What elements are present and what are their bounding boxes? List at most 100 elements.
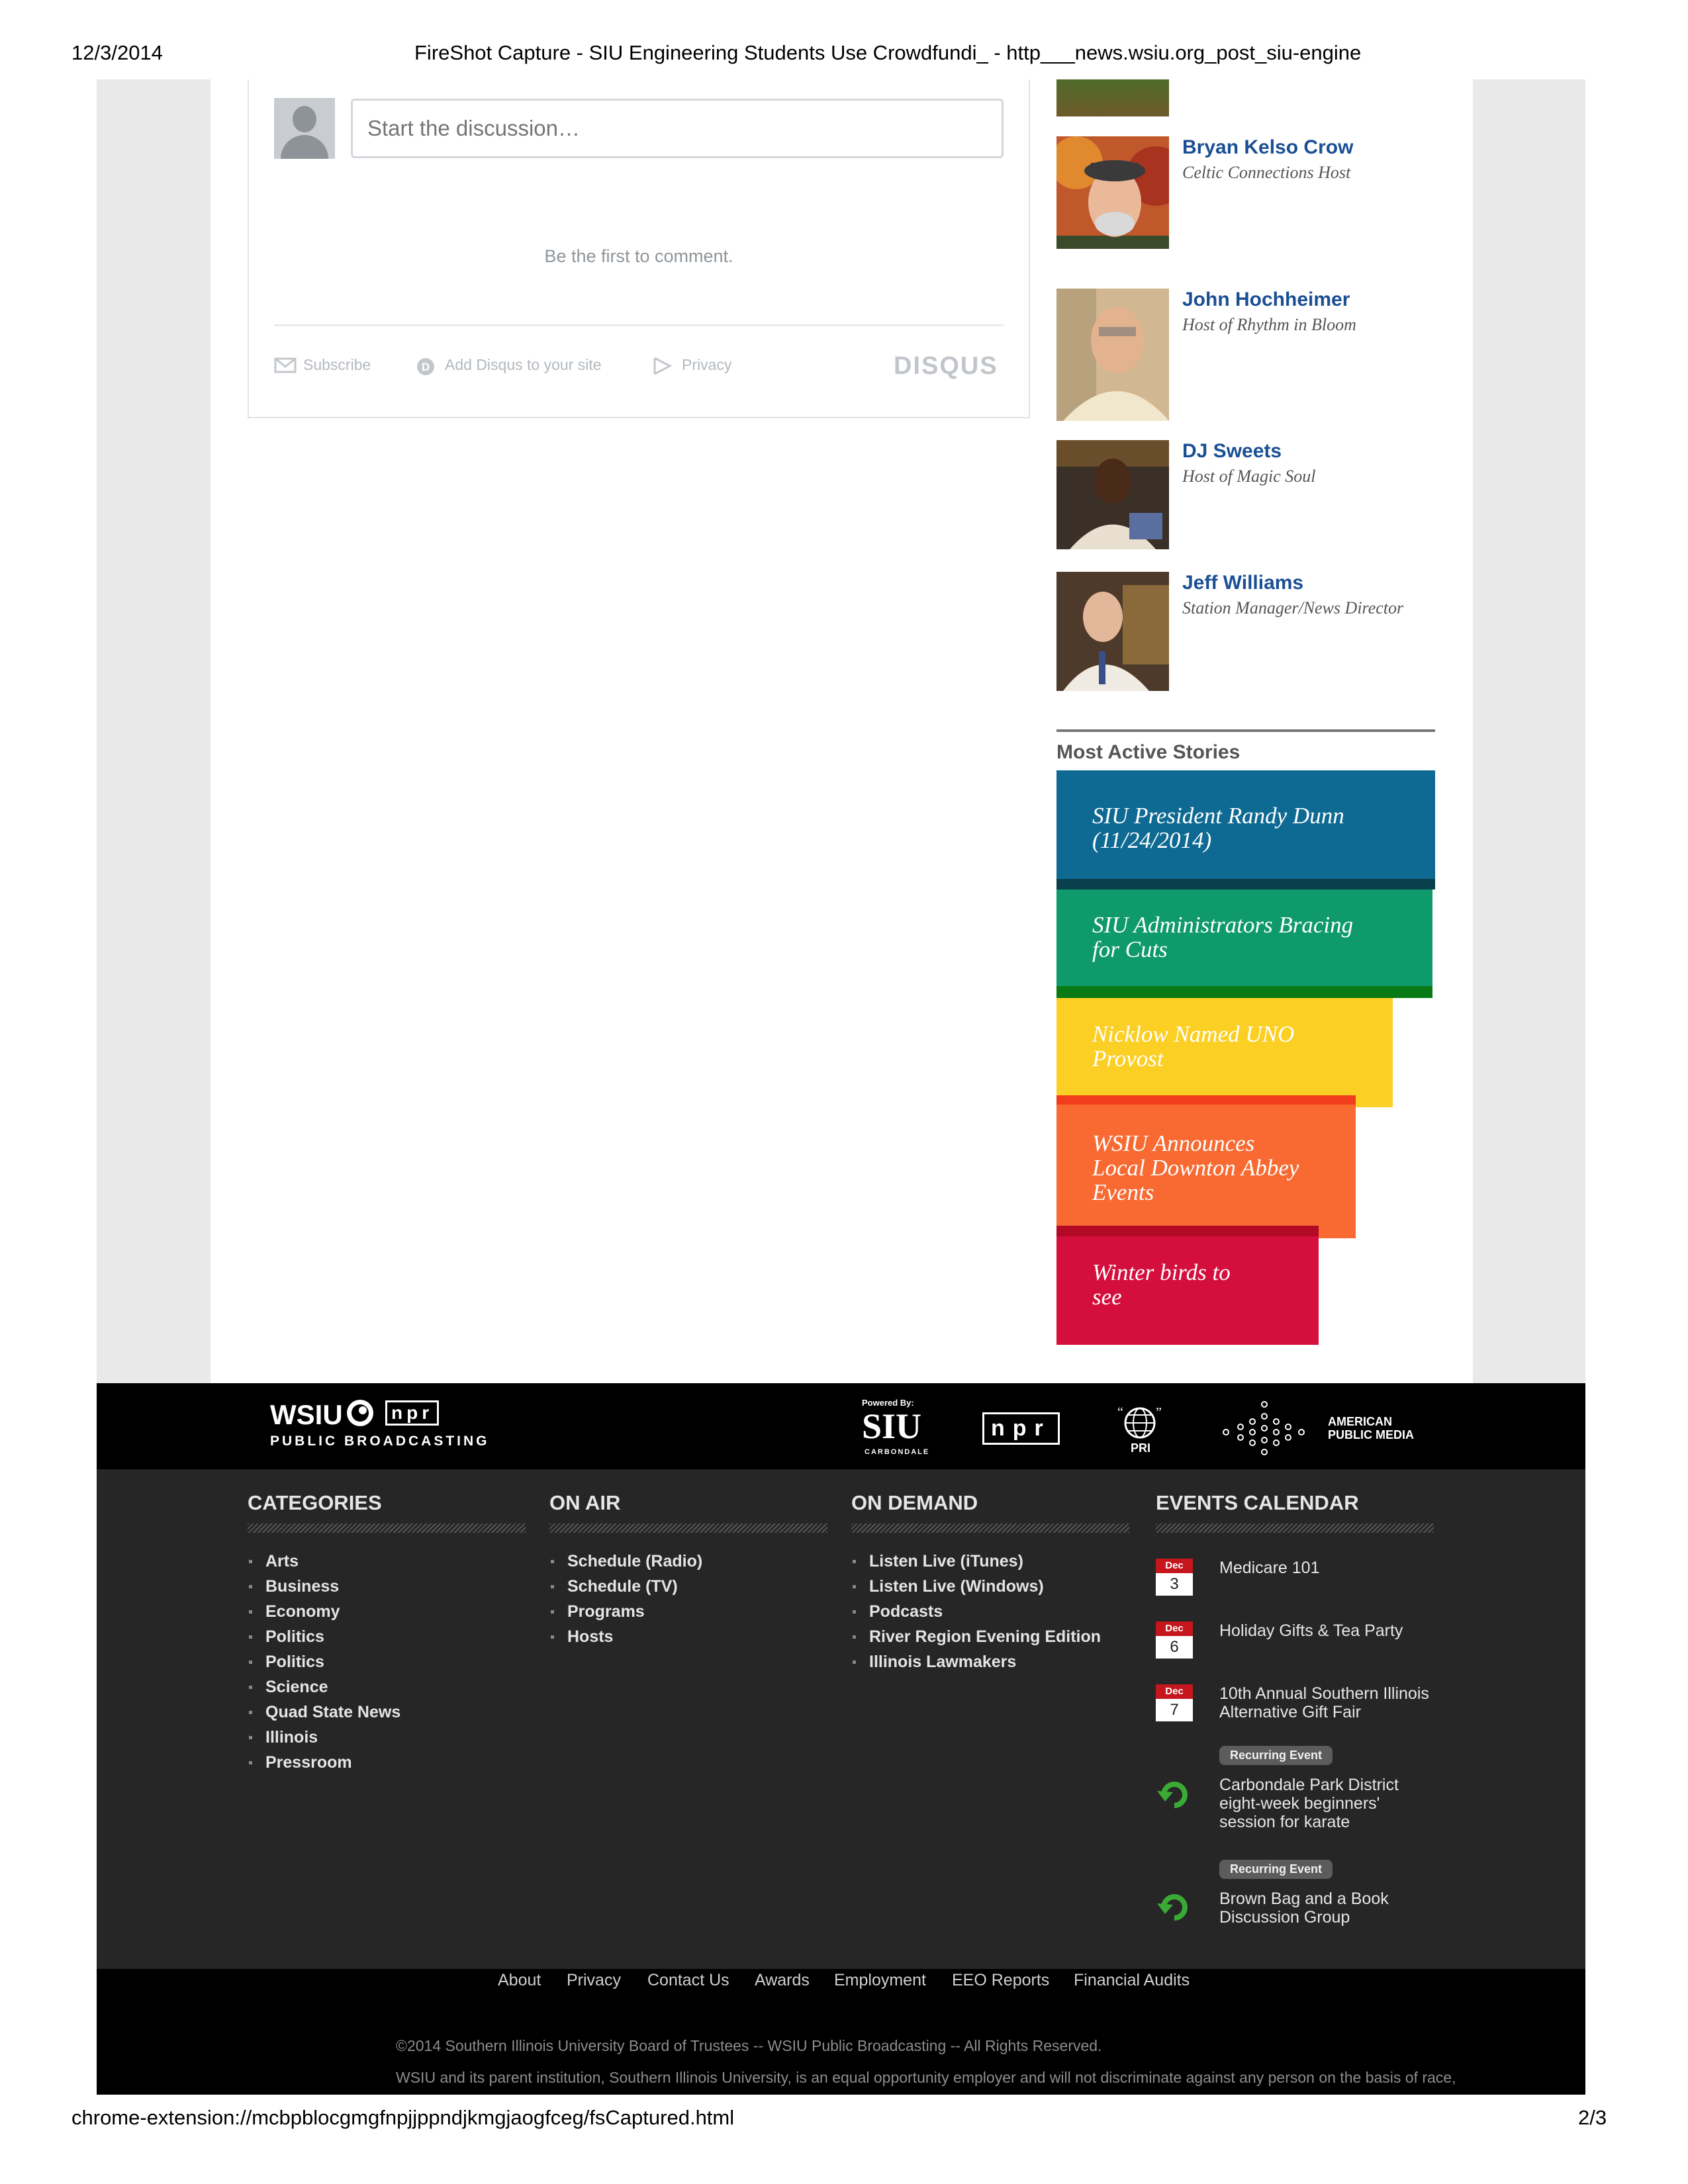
apm-line: AMERICAN [1328,1415,1392,1428]
disqus-d-icon: D [416,357,438,375]
carbondale-text: CARBONDALE [865,1448,930,1456]
wsiu-logo[interactable]: WSIU [270,1399,343,1431]
host-photo [1056,289,1169,421]
story-line: SIU President Randy Dunn [1092,803,1344,829]
host-photo-partial [1056,79,1169,116]
category-link[interactable]: Politics [248,1651,400,1676]
siu-logo[interactable]: SIU [862,1406,921,1447]
recurring-badge: Recurring Event [1219,1860,1333,1879]
discussion-input[interactable] [351,99,1004,158]
event-line: Discussion Group [1219,1908,1350,1927]
apm-logo[interactable]: AMERICAN PUBLIC MEDIA [1328,1415,1414,1441]
category-link[interactable]: Quad State News [248,1702,400,1727]
add-disqus-label: Add Disqus to your site [445,356,602,373]
event-line: Holiday Gifts & Tea Party [1219,1621,1403,1640]
host-item[interactable]: Bryan Kelso Crow Celtic Connections Host [1056,136,1454,269]
event-title[interactable]: Carbondale Park District eight-week begi… [1219,1776,1399,1831]
story-link[interactable]: Winter birds to see [1056,1226,1319,1345]
npr-small-logo: npr [385,1400,440,1426]
footer-link-financial-audits[interactable]: Financial Audits [1074,1971,1190,1990]
story-link[interactable]: WSIU Announces Local Downton Abbey Event… [1056,1095,1356,1238]
category-link[interactable]: Business [248,1576,400,1601]
npr-logo[interactable]: npr [982,1412,1060,1445]
footer-link-employment[interactable]: Employment [834,1971,926,1990]
most-active-title: Most Active Stories [1056,741,1241,763]
category-link[interactable]: Pressroom [248,1752,400,1777]
host-role: Host of Magic Soul [1182,467,1316,486]
on-demand-link[interactable]: River Region Evening Edition [851,1626,1101,1651]
svg-text:”: ” [1156,1405,1162,1420]
host-name[interactable]: Bryan Kelso Crow [1182,136,1353,159]
event-title[interactable]: Holiday Gifts & Tea Party [1219,1621,1403,1640]
column-rule [851,1524,1129,1533]
footer-link-contact[interactable]: Contact Us [647,1971,729,1990]
subscribe-label: Subscribe [303,356,371,373]
subscribe-link[interactable]: Subscribe [274,356,371,374]
host-item[interactable]: John Hochheimer Host of Rhythm in Bloom [1056,289,1454,421]
footer-link-about[interactable]: About [498,1971,541,1990]
category-link[interactable]: Illinois [248,1727,400,1752]
on-air-link[interactable]: Hosts [549,1626,702,1651]
story-link[interactable]: Nicklow Named UNO Provost [1056,998,1393,1107]
privacy-link[interactable]: Privacy [653,356,732,375]
host-item[interactable]: Jeff Williams Station Manager/News Direc… [1056,572,1454,691]
apm-dots-icon [1221,1400,1307,1459]
footer-link-awards[interactable]: Awards [755,1971,810,1990]
story-line: Events [1092,1179,1154,1205]
on-air-link[interactable]: Schedule (Radio) [549,1551,702,1576]
category-link[interactable]: Science [248,1676,400,1702]
category-link[interactable]: Politics [248,1626,400,1651]
footer-link-privacy[interactable]: Privacy [567,1971,621,1990]
story-link[interactable]: SIU Administrators Bracing for Cuts [1056,889,1432,998]
footer-link-eeo[interactable]: EEO Reports [952,1971,1049,1990]
privacy-icon [653,357,675,375]
on-air-link[interactable]: Schedule (TV) [549,1576,702,1601]
story-shadow [1056,1095,1356,1105]
story-line: Winter birds to [1092,1259,1231,1285]
category-link[interactable]: Arts [248,1551,400,1576]
host-item[interactable]: DJ Sweets Host of Magic Soul [1056,440,1454,553]
pbs-head-icon [346,1398,375,1431]
category-link[interactable]: Economy [248,1601,400,1626]
event-title[interactable]: Medicare 101 [1219,1559,1319,1577]
calendar-day: 7 [1156,1699,1193,1721]
on-air-link[interactable]: Programs [549,1601,702,1626]
svg-text:“: “ [1117,1405,1123,1420]
host-name[interactable]: Jeff Williams [1182,572,1303,594]
print-title: FireShot Capture - SIU Engineering Stude… [414,41,1362,64]
recurring-icon [1156,1775,1193,1812]
privacy-label: Privacy [682,356,732,373]
pri-logo[interactable]: PRI [1131,1441,1150,1455]
copyright-text: ©2014 Southern Illinois University Board… [396,2037,1102,2054]
on-demand-link[interactable]: Podcasts [851,1601,1101,1626]
calendar-icon: Dec 3 [1156,1559,1193,1596]
story-shadow [1056,986,1432,998]
host-name[interactable]: John Hochheimer [1182,289,1350,311]
disqus-divider [274,324,1004,326]
disqus-logo[interactable]: DISQUS [894,352,998,381]
event-line: Brown Bag and a Book [1219,1889,1389,1908]
recurring-icon [1156,1888,1193,1925]
empty-comments-message: Be the first to comment. [544,246,733,266]
host-name[interactable]: DJ Sweets [1182,440,1282,463]
event-title[interactable]: 10th Annual Southern Illinois Alternativ… [1219,1684,1429,1721]
most-active-rule [1056,729,1435,732]
story-line: SIU Administrators Bracing [1092,912,1354,938]
add-disqus-link[interactable]: D Add Disqus to your site [416,356,602,375]
recurring-badge: Recurring Event [1219,1746,1333,1765]
column-rule [1156,1524,1434,1533]
calendar-month: Dec [1156,1621,1193,1636]
events-title: EVENTS CALENDAR [1156,1491,1359,1514]
event-title[interactable]: Brown Bag and a Book Discussion Group [1219,1889,1389,1927]
story-link[interactable]: SIU President Randy Dunn (11/24/2014) [1056,770,1435,889]
story-shadow [1056,1226,1319,1236]
story-line: Nicklow Named UNO [1092,1021,1295,1047]
event-line: Medicare 101 [1219,1559,1320,1577]
on-demand-link[interactable]: Listen Live (Windows) [851,1576,1101,1601]
on-demand-link[interactable]: Illinois Lawmakers [851,1651,1101,1676]
categories-list: Arts Business Economy Politics Politics … [248,1551,400,1777]
user-avatar-icon [274,98,335,159]
categories-title: CATEGORIES [248,1491,382,1514]
envelope-icon [274,357,297,374]
on-demand-link[interactable]: Listen Live (iTunes) [851,1551,1101,1576]
